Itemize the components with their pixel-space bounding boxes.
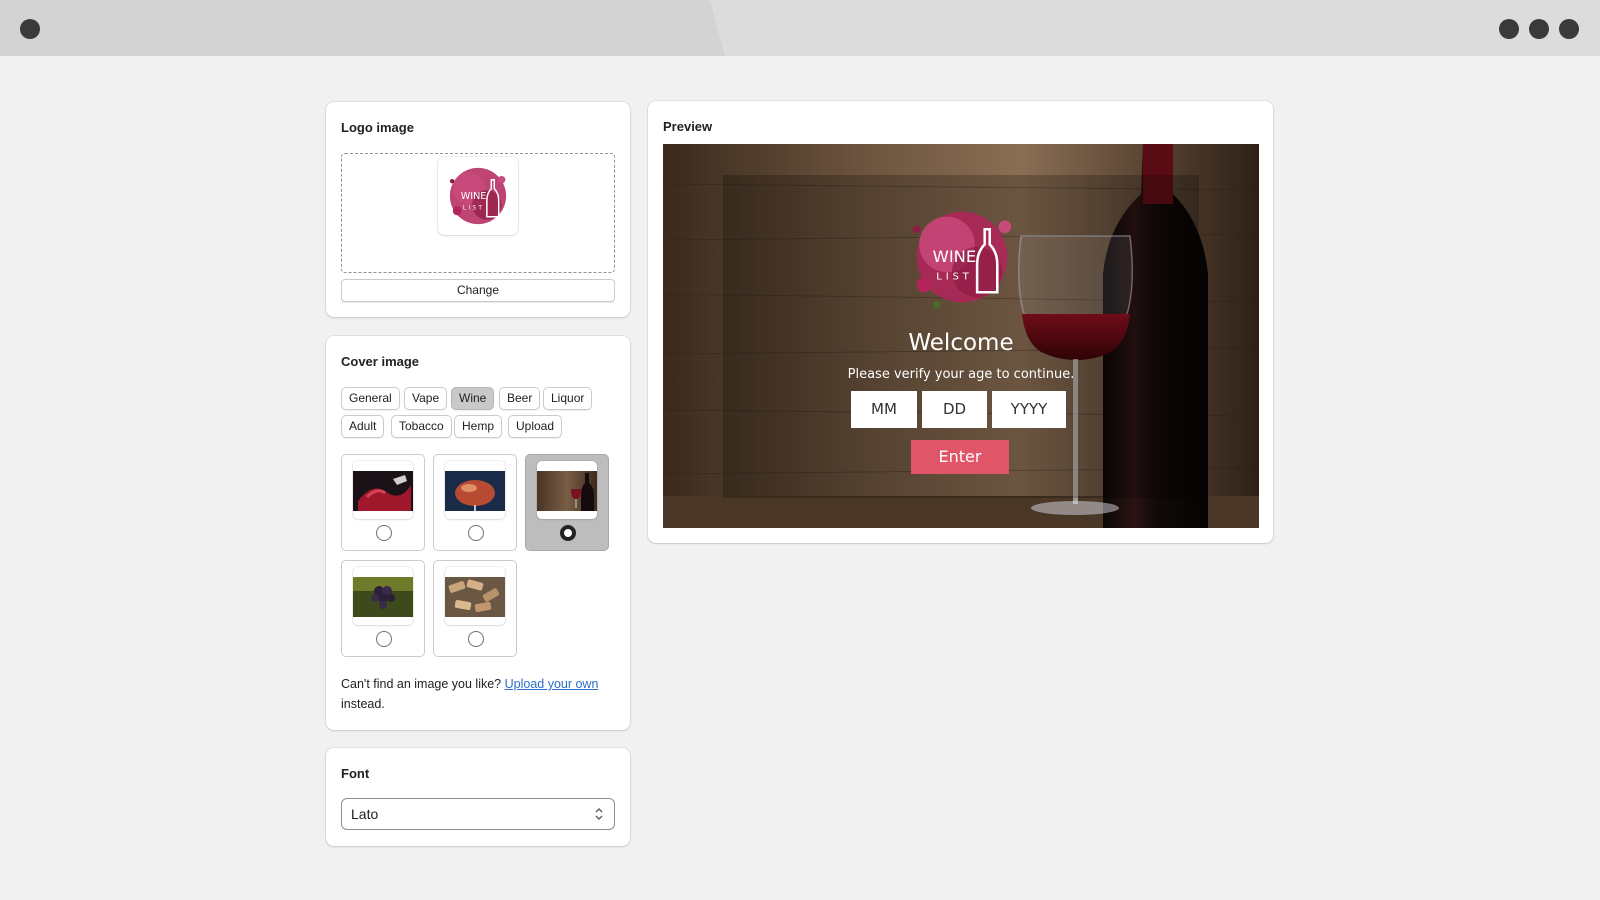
wine-glass-closeup-thumbnail [445,461,505,519]
preview-subtitle: Please verify your age to continue. [847,367,1075,382]
logo-dropzone[interactable]: WINE LIST [341,153,615,273]
category-chip-wine[interactable]: Wine [451,387,495,410]
window-control-dot[interactable] [1499,19,1519,39]
cover-image-option[interactable] [341,454,425,551]
red-wine-splash-thumbnail [353,461,413,519]
wine-bottle-and-glass-thumbnail [537,461,597,519]
grapes-icon [353,577,413,617]
category-chip-vape[interactable]: Vape [404,387,448,410]
cover-image-title: Cover image [341,354,420,369]
wine-corks-thumbnail [445,567,505,625]
help-prefix: Can't find an image you like? [341,677,502,691]
upload-your-own-link[interactable]: Upload your own [505,677,599,691]
cover-image-radio[interactable] [468,631,484,647]
grapes-thumbnail [353,567,413,625]
font-select[interactable]: Lato [341,798,615,830]
upload-help-text: Can't find an image you like? Upload you… [341,674,621,714]
wine-glass-closeup-icon [445,471,505,511]
cover-image-option[interactable] [525,454,609,551]
category-chip-hemp[interactable]: Hemp [454,415,503,438]
cover-image-radio[interactable] [376,631,392,647]
category-chip-liquor[interactable]: Liquor [543,387,593,410]
cover-image-radio[interactable] [376,525,392,541]
font-title: Font [341,766,370,781]
preview-card: Preview WINE LIST Welcome Please verify … [648,101,1273,543]
logo-image-title: Logo image [341,120,414,135]
active-tab-shape [0,0,725,56]
category-chip-beer[interactable]: Beer [499,387,541,410]
category-chip-adult[interactable]: Adult [341,415,385,438]
font-card: Font Lato [326,748,630,846]
cover-image-card: Cover image General Vape Wine Beer Liquo… [326,336,630,730]
svg-text:LIST: LIST [936,272,972,283]
preview-day-field[interactable]: DD [922,391,987,428]
preview-year-field[interactable]: YYYY [992,391,1066,428]
font-select-value: Lato [351,806,379,822]
preview-enter-button[interactable]: Enter [911,440,1009,474]
preview-title: Preview [663,119,713,134]
preview-welcome-heading: Welcome [908,330,1014,356]
wine-corks-icon [445,577,505,617]
wine-bottle-and-glass-icon [537,471,597,511]
wine-list-logo-icon: WINE LIST [449,167,507,225]
change-logo-button[interactable]: Change [341,279,615,302]
logo-thumbnail: WINE LIST [438,157,518,235]
window-control-dot[interactable] [1559,19,1579,39]
select-arrows-icon [595,808,603,820]
window-control-dot[interactable] [1529,19,1549,39]
preview-month-field[interactable]: MM [851,391,917,428]
window-titlebar [0,0,1600,56]
red-wine-splash-icon [353,471,413,511]
svg-text:WINE: WINE [933,247,977,266]
cover-image-radio[interactable] [468,525,484,541]
preview-logo-icon: WINE LIST [912,211,1012,309]
category-chip-tobacco[interactable]: Tobacco [391,415,452,438]
svg-text:LIST: LIST [463,205,484,211]
logo-image-card: Logo image WINE LIST Change [326,102,630,317]
svg-text:WINE: WINE [461,191,487,202]
category-chip-upload[interactable]: Upload [508,415,563,438]
cover-image-option[interactable] [341,560,425,657]
window-menu-dot[interactable] [20,19,40,39]
cover-image-option[interactable] [433,560,517,657]
cover-image-option[interactable] [433,454,517,551]
age-gate-preview: WINE LIST Welcome Please verify your age… [663,144,1259,528]
cover-image-radio-selected[interactable] [560,525,576,541]
help-suffix: instead. [341,697,385,711]
category-chip-general[interactable]: General [341,387,400,410]
